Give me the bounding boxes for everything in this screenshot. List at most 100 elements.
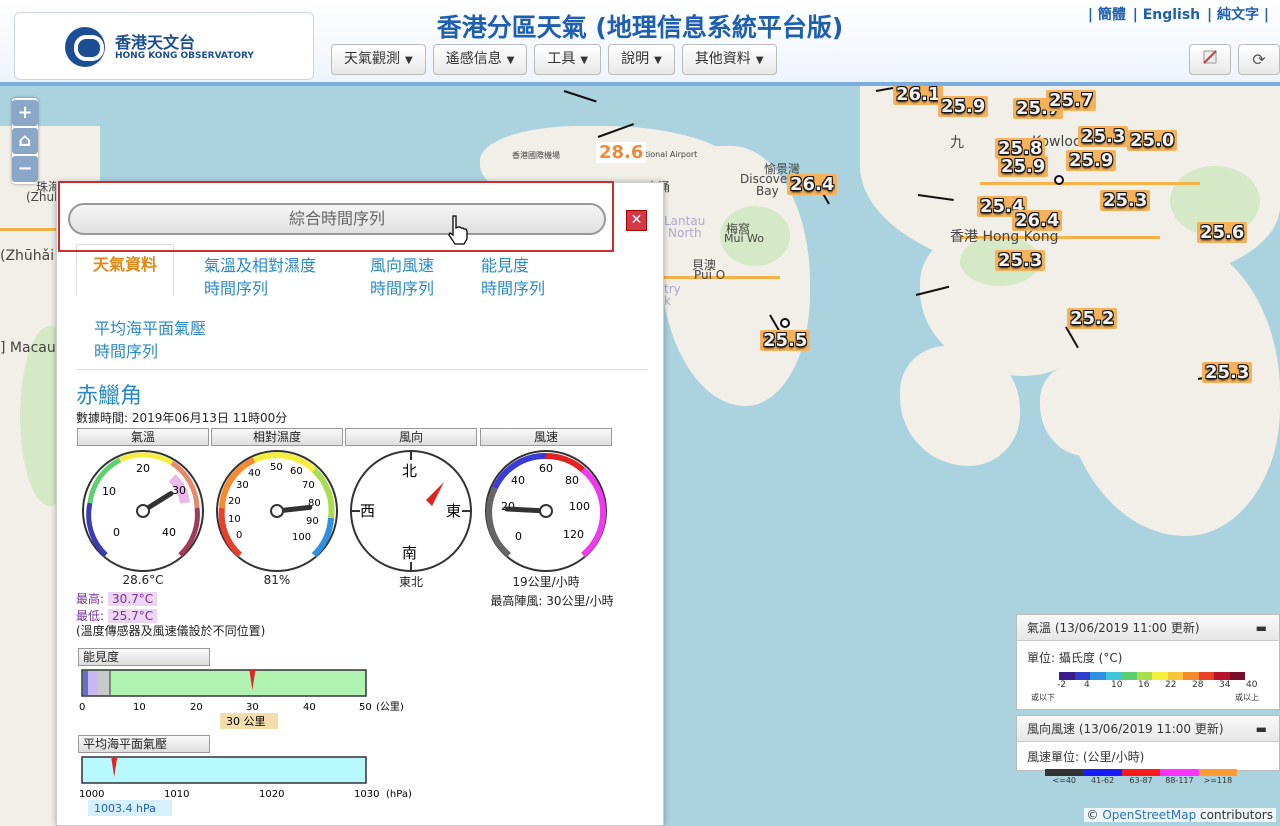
map-land-lamma bbox=[900, 346, 1020, 466]
compass-south: 南 bbox=[402, 544, 417, 562]
combined-time-series-button[interactable]: 綜合時間序列 bbox=[68, 203, 606, 235]
map-label: 香港國際機場 bbox=[512, 151, 560, 160]
nav-remote-sensing-button[interactable]: 遙感信息 ▼ bbox=[432, 44, 528, 75]
zoom-out-button[interactable]: − bbox=[12, 156, 38, 182]
nav-tools-button[interactable]: 工具 ▼ bbox=[534, 44, 602, 75]
temp-colorbar bbox=[1059, 672, 1245, 680]
zoom-in-button[interactable]: + bbox=[12, 100, 38, 126]
temp-label[interactable]: 25.9 bbox=[1066, 150, 1117, 171]
temp-gauge: 0 10 20 30 40 bbox=[82, 450, 204, 572]
wind-legend-header[interactable]: 風向風速 (13/06/2019 11:00 更新) ▬ bbox=[1017, 716, 1279, 742]
wind-color-swatch bbox=[1121, 769, 1161, 776]
temp-tick: 10 bbox=[102, 485, 116, 498]
lang-english-link[interactable]: | English bbox=[1133, 7, 1200, 23]
pressure-tick: 1020 bbox=[259, 789, 284, 800]
lang-simplified-link[interactable]: | 簡體 bbox=[1088, 7, 1126, 23]
temp-label[interactable]: 25.9 bbox=[938, 96, 989, 117]
nav-help-button[interactable]: 說明 ▼ bbox=[608, 44, 675, 75]
chevron-down-icon: ▼ bbox=[506, 55, 515, 66]
visibility-tick: 50 bbox=[359, 702, 372, 713]
humidity-tick: 60 bbox=[290, 466, 303, 477]
temp-label[interactable]: 25.2 bbox=[1067, 308, 1118, 329]
sensor-note: (溫度傳感器及風速儀設於不同位置) bbox=[76, 624, 266, 638]
tab-visibility[interactable]: 能見度 時間序列 bbox=[481, 254, 545, 300]
wind-legend-tick: 63-87 bbox=[1129, 776, 1153, 785]
temp-label[interactable]: 25.6 bbox=[1197, 222, 1248, 243]
temp-color-swatch bbox=[1198, 672, 1214, 680]
temp-label[interactable]: 25.9 bbox=[998, 156, 1049, 177]
visibility-tick: 40 bbox=[303, 702, 316, 713]
temp-legend-header[interactable]: 氣溫 (13/06/2019 11:00 更新) ▬ bbox=[1017, 615, 1279, 641]
temp-tick: 20 bbox=[136, 462, 150, 475]
temp-label[interactable]: 25.3 bbox=[995, 250, 1046, 271]
temp-label[interactable]: 25.3 bbox=[1100, 190, 1151, 211]
visibility-tick: 10 bbox=[133, 702, 146, 713]
temp-label-selected[interactable]: 28.6 bbox=[596, 142, 647, 163]
humidity-gauge: 0 10 20 30 40 50 60 70 80 90 100 bbox=[216, 450, 338, 572]
zoom-control: + ⌂ − bbox=[12, 98, 38, 184]
humidity-tick: 100 bbox=[292, 532, 311, 543]
temp-label[interactable]: 26.4 bbox=[787, 174, 838, 195]
station-marker[interactable] bbox=[1054, 175, 1064, 185]
wind-legend-tick: 88-117 bbox=[1165, 776, 1194, 785]
wind-legend-unit: 風速單位: (公里/小時) bbox=[1027, 750, 1145, 764]
close-panel-button[interactable]: ✕ bbox=[626, 210, 647, 231]
map-label: 九 bbox=[950, 135, 964, 151]
compass-east: 東 bbox=[446, 502, 461, 520]
pressure-tick: 1030 bbox=[354, 789, 379, 800]
nav-weather-obs-button[interactable]: 天氣觀測 ▼ bbox=[331, 44, 426, 75]
map-label: North bbox=[668, 226, 702, 240]
temp-color-swatch bbox=[1074, 672, 1090, 680]
temp-label[interactable]: 26.4 bbox=[1012, 210, 1063, 231]
temp-legend-tick: 22 bbox=[1165, 680, 1177, 690]
temp-label[interactable]: 26.1 bbox=[893, 86, 944, 105]
humidity-tick: 30 bbox=[236, 480, 249, 491]
pressure-tick: 1010 bbox=[164, 789, 189, 800]
wind-color-swatch bbox=[1160, 769, 1199, 776]
tab-temp-humidity[interactable]: 氣溫及相對濕度 時間序列 bbox=[204, 254, 316, 300]
temp-label[interactable]: 25.0 bbox=[1127, 130, 1178, 151]
temp-color-swatch bbox=[1059, 672, 1075, 680]
visibility-bar: 0 10 20 30 40 50 (公里) 30 公里 bbox=[79, 669, 404, 729]
visibility-tick: 30 bbox=[246, 702, 259, 713]
temp-color-swatch bbox=[1183, 672, 1199, 680]
temp-label[interactable]: 25.5 bbox=[760, 330, 811, 351]
humidity-tick: 0 bbox=[236, 530, 242, 541]
temp-label[interactable]: 25.3 bbox=[1202, 362, 1253, 383]
tab-pressure[interactable]: 平均海平面氣壓 時間序列 bbox=[94, 317, 206, 363]
temp-label[interactable]: 25.3 bbox=[1078, 126, 1129, 147]
temp-legend-tick: 40 bbox=[1246, 680, 1258, 690]
dial-header-wind-dir: 風向 bbox=[345, 428, 477, 446]
refresh-icon: ⟳ bbox=[1252, 50, 1266, 69]
visibility-tick: 0 bbox=[79, 702, 85, 713]
hand-cursor-icon bbox=[446, 214, 470, 246]
home-button[interactable]: ⌂ bbox=[12, 128, 38, 154]
humidity-tick: 10 bbox=[228, 514, 241, 525]
hko-logo[interactable]: 香港天文台 HONG KONG OBSERVATORY bbox=[14, 12, 314, 80]
wind-speed-value: 19公里/小時 bbox=[512, 575, 580, 589]
refresh-button[interactable]: ⟳ bbox=[1238, 44, 1280, 75]
nav-other-info-button[interactable]: 其他資料 ▼ bbox=[681, 44, 777, 75]
map-label: ational Airport bbox=[640, 150, 698, 159]
speed-tick: 0 bbox=[515, 530, 522, 543]
divider bbox=[76, 369, 648, 370]
temp-color-swatch bbox=[1152, 672, 1168, 680]
wind-direction-compass: 北 東 南 西 bbox=[350, 450, 472, 572]
wind-legend-tick: >=118 bbox=[1203, 776, 1233, 785]
temp-label[interactable]: 25.7 bbox=[1046, 90, 1097, 111]
lang-text-only-link[interactable]: | 純文字 | bbox=[1207, 7, 1269, 23]
station-marker[interactable] bbox=[780, 318, 790, 328]
minimize-icon[interactable]: ▬ bbox=[1256, 615, 1267, 641]
humidity-tick: 90 bbox=[306, 516, 319, 527]
minimize-icon[interactable]: ▬ bbox=[1256, 716, 1267, 742]
layer-toggle-button[interactable] bbox=[1189, 44, 1231, 75]
temp-value: 28.6°C bbox=[122, 573, 164, 587]
nav-bar: 天氣觀測 ▼ 遙感信息 ▼ 工具 ▼ 說明 ▼ 其他資料 ▼ bbox=[331, 44, 777, 75]
temp-color-swatch bbox=[1214, 672, 1230, 680]
osm-link[interactable]: OpenStreetMap bbox=[1102, 808, 1196, 822]
tab-wind[interactable]: 風向風速 時間序列 bbox=[370, 254, 434, 300]
dial-header-temp: 氣溫 bbox=[77, 428, 209, 446]
wind-dir-value: 東北 bbox=[398, 575, 423, 589]
wind-legend-ticks: <=40 41-62 63-87 88-117 >=118 bbox=[1045, 776, 1237, 785]
map-land-islands bbox=[1040, 366, 1120, 456]
